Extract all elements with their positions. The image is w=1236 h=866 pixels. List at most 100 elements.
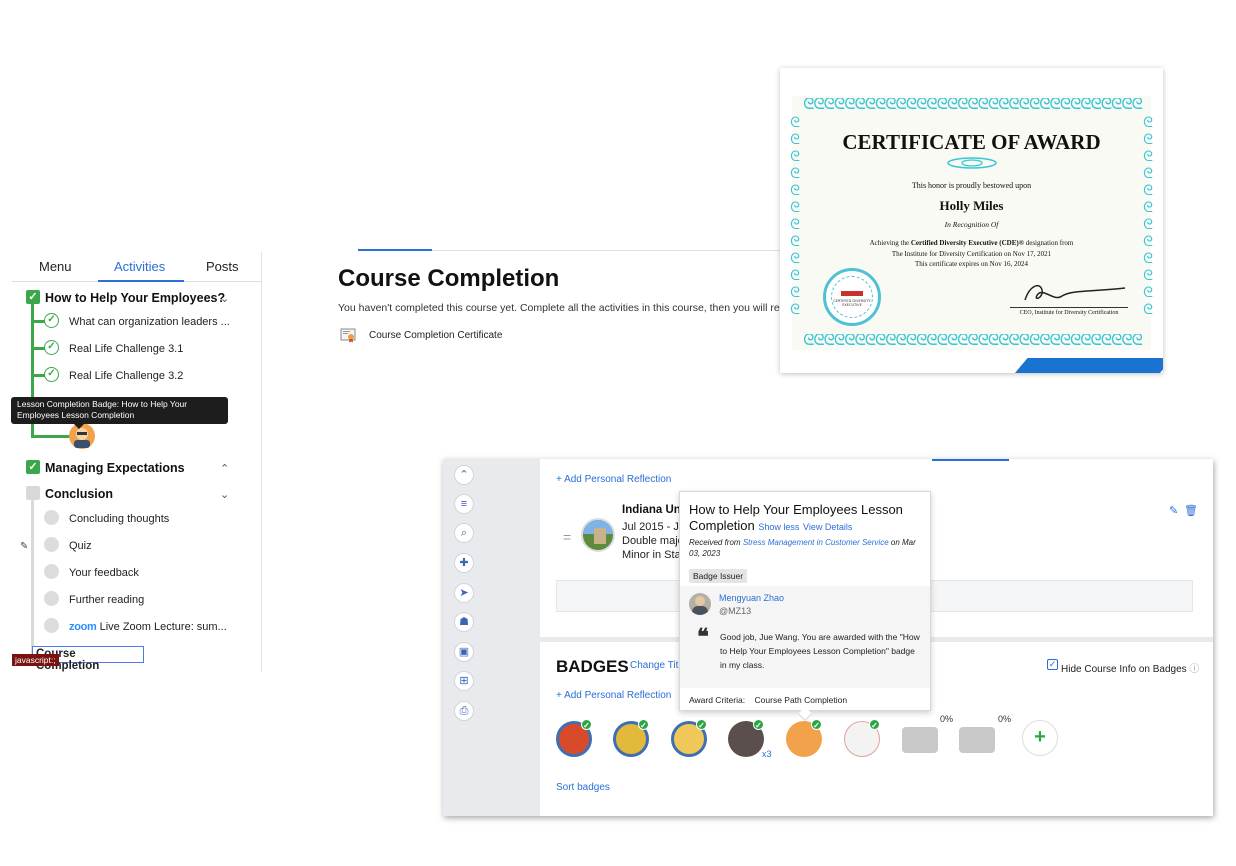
- activity-pending-icon: [44, 537, 59, 552]
- course-outline-sidebar: Menu Activities Posts ✓ How to Help Your…: [12, 252, 262, 672]
- show-less-link[interactable]: Show less: [758, 522, 799, 532]
- add-badge-button[interactable]: +: [1022, 720, 1058, 756]
- achievement-designation: Certified Diversity Executive (CDE)®: [910, 239, 1024, 247]
- chevron-down-icon[interactable]: ⌄: [220, 488, 229, 501]
- certificate-corner-ribbon: [1012, 358, 1163, 373]
- section-incomplete-icon: [26, 486, 40, 500]
- popover-badge-title: How to Help Your Employees Lesson Comple…: [689, 502, 924, 535]
- certificate-recipient: Holly Miles: [939, 198, 1004, 213]
- badge-earned-icon: ✓: [811, 719, 822, 730]
- activity-pending-icon: [44, 618, 59, 633]
- scroll-up-icon[interactable]: ⌃: [454, 465, 474, 485]
- badge-details-popover: How to Help Your Employees Lesson Comple…: [679, 491, 931, 711]
- badge-tooltip: Lesson Completion Badge: How to Help You…: [11, 397, 228, 424]
- people-location-icon[interactable]: ☗: [454, 612, 474, 632]
- certificate-reward-label[interactable]: Course Completion Certificate: [369, 330, 502, 341]
- education-major: Double major: [622, 535, 688, 547]
- certificate-border-bottom: ᘓᘓᘓᘓᘓᘓᘓᘓᘓᘓᘓᘓᘓᘓᘓᘓᘓᘓᘓᘓᘓᘓᘓᘓᘓᘓᘓᘓᘓᘓᘓᘓᘓ: [803, 334, 1143, 348]
- tab-menu[interactable]: Menu: [39, 259, 72, 274]
- certificate-icon: [340, 328, 356, 343]
- tab-posts[interactable]: Posts: [206, 259, 239, 274]
- certificate-achievement-line: Achieving the Certified Diversity Execut…: [780, 239, 1163, 247]
- certificate-honor-line: This honor is proudly bestowed upon: [911, 181, 1032, 190]
- chevron-up-icon[interactable]: ⌃: [220, 462, 229, 475]
- activity-quiz[interactable]: Quiz: [69, 540, 92, 552]
- active-tab-indicator: [98, 280, 184, 282]
- section-title-managing-expectations[interactable]: Managing Expectations: [45, 461, 185, 475]
- quiz-edit-icon: ✎: [20, 541, 29, 552]
- badge-locked[interactable]: [902, 727, 938, 753]
- qr-code-icon[interactable]: ⊞: [454, 671, 474, 691]
- content-tab-indicator: [358, 249, 432, 251]
- certificate-signer: CEO, Institute for Diversity Certificati…: [1019, 310, 1119, 316]
- section-complete-icon: ✓: [26, 290, 40, 304]
- activity-what-can-leaders[interactable]: What can organization leaders ...: [69, 316, 230, 328]
- criteria-value: Course Path Completion: [754, 695, 848, 705]
- activity-real-life-3-1[interactable]: Real Life Challenge 3.1: [69, 343, 183, 355]
- section-title-conclusion[interactable]: Conclusion: [45, 487, 113, 501]
- drag-handle-icon[interactable]: =: [563, 529, 571, 545]
- add-reflection-link[interactable]: + Add Personal Reflection: [556, 690, 671, 701]
- badge-earned-icon: ✓: [638, 719, 649, 730]
- activity-complete-icon: ✓: [44, 313, 59, 328]
- tooltip-arrow: [74, 424, 84, 429]
- certificate-ornament-icon: [947, 157, 997, 169]
- activity-your-feedback[interactable]: Your feedback: [69, 567, 139, 579]
- activity-label: Live Zoom Lecture: sum...: [99, 621, 227, 633]
- chevron-down-icon[interactable]: ⌄: [220, 292, 229, 305]
- info-icon[interactable]: ⓘ: [1189, 664, 1199, 675]
- activity-concluding-thoughts[interactable]: Concluding thoughts: [69, 513, 169, 525]
- tab-activities[interactable]: Activities: [114, 259, 165, 274]
- puzzle-icon[interactable]: ✚: [454, 553, 474, 573]
- education-minor: Minor in Stat: [622, 549, 684, 561]
- issuer-message: Good job, Jue Wang. You are awarded with…: [720, 632, 920, 670]
- send-icon[interactable]: ➤: [454, 583, 474, 603]
- archive-icon[interactable]: ▣: [454, 642, 474, 662]
- certificate-expiry-line: This certificate expires on Nov 16, 2024: [915, 260, 1028, 268]
- certificate-seal: CERTIFIED DIVERSITY EXECUTIVE: [823, 268, 881, 326]
- school-name: Indiana Uni: [622, 504, 684, 516]
- seal-text: CERTIFIED DIVERSITY EXECUTIVE: [833, 299, 871, 307]
- certificate-recognition: In Recognition Of: [944, 220, 999, 229]
- badge-locked[interactable]: [959, 727, 995, 753]
- print-icon[interactable]: ⎙: [454, 701, 474, 721]
- certificate-issue-line: The Institute for Diversity Certificatio…: [891, 250, 1052, 258]
- issuer-avatar[interactable]: [689, 593, 711, 615]
- delete-icon[interactable]: 🗑: [1184, 504, 1198, 517]
- activity-live-zoom-lecture[interactable]: zoom Live Zoom Lecture: sum...: [69, 621, 227, 633]
- menu-icon[interactable]: ≡: [454, 494, 474, 514]
- received-prefix: Received from: [689, 538, 741, 547]
- school-logo: [581, 518, 615, 552]
- certificate-heading: CERTIFICATE OF AWARD: [842, 130, 1101, 154]
- received-source-link[interactable]: Stress Management in Customer Service: [743, 538, 889, 547]
- issuer-handle: @MZ13: [719, 606, 752, 616]
- panel-tab-indicator: [932, 459, 1009, 461]
- achievement-prefix: Achieving the: [869, 239, 910, 247]
- add-reflection-link[interactable]: + Add Personal Reflection: [556, 474, 671, 485]
- search-icon[interactable]: ⌕: [454, 523, 474, 543]
- change-title-link[interactable]: Change Tit: [630, 660, 678, 671]
- activity-pending-icon: [44, 591, 59, 606]
- popover-received-from: Received from Stress Management in Custo…: [689, 537, 927, 559]
- signature-line: [1010, 307, 1128, 308]
- certificate-border-top: ᘓᘓᘓᘓᘓᘓᘓᘓᘓᘓᘓᘓᘓᘓᘓᘓᘓᘓᘓᘓᘓᘓᘓᘓᘓᘓᘓᘓᘓᘓᘓᘓᘓ: [803, 98, 1143, 112]
- sidebar-tabs: Menu Activities Posts: [12, 252, 262, 282]
- badge-earned-icon: ✓: [869, 719, 880, 730]
- issuer-name-link[interactable]: Mengyuan Zhao: [719, 593, 784, 603]
- sort-badges-link[interactable]: Sort badges: [556, 782, 610, 793]
- badge-earned-icon: ✓: [696, 719, 707, 730]
- achievement-suffix: designation from: [1025, 239, 1074, 247]
- edit-icon[interactable]: ✎: [1169, 504, 1178, 517]
- section-title-how-to-help[interactable]: How to Help Your Employees?: [45, 291, 225, 305]
- activity-complete-icon: ✓: [44, 340, 59, 355]
- pending-track: [31, 500, 34, 655]
- activity-further-reading[interactable]: Further reading: [69, 594, 144, 606]
- activity-complete-icon: ✓: [44, 367, 59, 382]
- view-details-link[interactable]: View Details: [803, 522, 852, 532]
- education-dates: Jul 2015 - Ju: [622, 521, 685, 533]
- certificate-preview: ᘓᘓᘓᘓᘓᘓᘓᘓᘓᘓᘓᘓᘓᘓᘓᘓᘓᘓᘓᘓᘓᘓᘓᘓᘓᘓᘓᘓᘓᘓᘓᘓᘓ ᘓᘓᘓᘓᘓᘓ…: [780, 68, 1163, 373]
- badge-earned-icon: ✓: [581, 719, 592, 730]
- activity-real-life-3-2[interactable]: Real Life Challenge 3.2: [69, 370, 183, 382]
- badges-heading: BADGES: [556, 657, 629, 676]
- hide-course-info-checkbox[interactable]: ✓: [1047, 659, 1058, 670]
